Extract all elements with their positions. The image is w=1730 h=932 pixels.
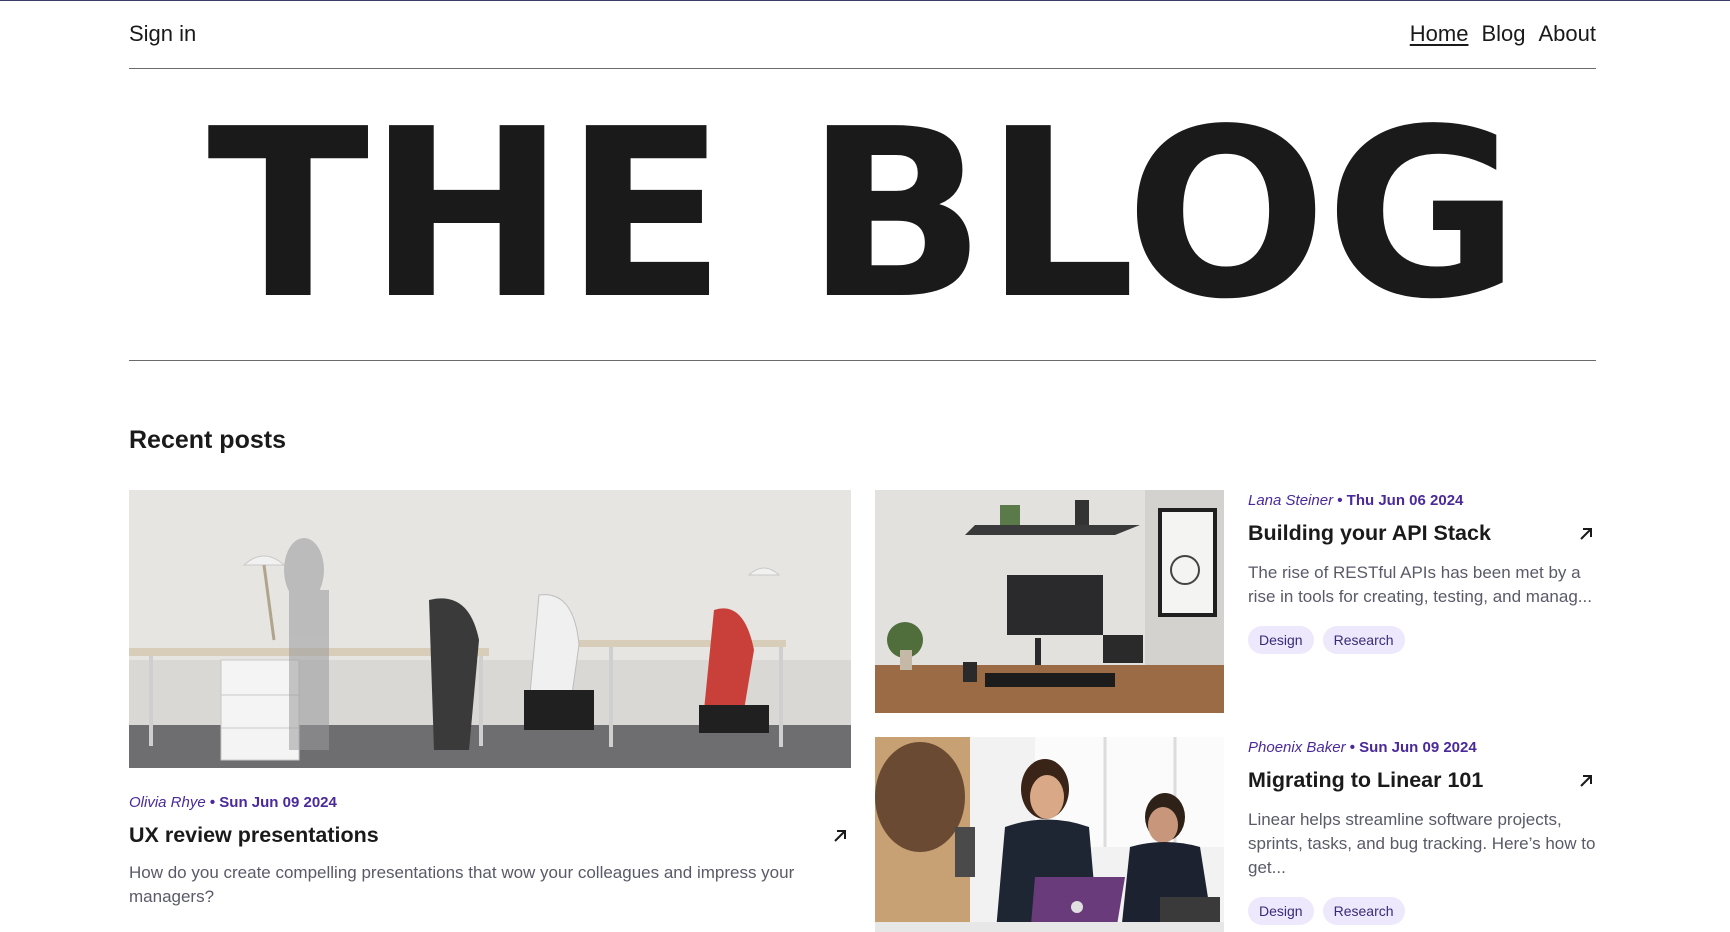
post-excerpt: The rise of RESTful APIs has been met by… (1248, 563, 1592, 606)
tag-research[interactable]: Research (1322, 626, 1405, 654)
team-laptop-photo (875, 737, 1224, 932)
post-image[interactable] (875, 737, 1224, 932)
post-excerpt: Linear helps streamline software project… (1248, 810, 1596, 877)
post-title-row: UX review presentations (129, 823, 851, 848)
arrow-up-right-icon[interactable] (829, 825, 851, 847)
post-date: Thu Jun 06 2024 (1346, 492, 1464, 509)
post-meta: Phoenix Baker • Sun Jun 09 2024 (1248, 739, 1597, 756)
post-date: Sun Jun 09 2024 (1359, 739, 1477, 756)
post-title-row: Migrating to Linear 101 (1248, 768, 1597, 793)
post-tags: Design Research (1248, 626, 1597, 654)
post-author: Olivia Rhye (129, 794, 206, 811)
post-title[interactable]: UX review presentations (129, 823, 379, 848)
post-image[interactable] (129, 490, 851, 768)
tag-design[interactable]: Design (1248, 626, 1314, 654)
meta-separator: • (1333, 492, 1347, 509)
sign-in-link[interactable]: Sign in (129, 21, 196, 47)
post-card[interactable]: Phoenix Baker • Sun Jun 09 2024 Migratin… (875, 737, 1597, 932)
post-title[interactable]: Building your API Stack (1248, 521, 1491, 546)
nav-link-home[interactable]: Home (1410, 21, 1469, 47)
tag-design[interactable]: Design (1248, 897, 1314, 925)
monitor-desk-photo (875, 490, 1224, 713)
post-excerpt: How do you create compelling presentatio… (129, 863, 795, 906)
meta-separator: • (205, 794, 220, 811)
section-title: Recent posts (129, 426, 286, 454)
office-desks-photo (129, 490, 851, 768)
post-meta: Olivia Rhye • Sun Jun 09 2024 (129, 794, 851, 811)
post-author: Phoenix Baker (1248, 739, 1346, 756)
hero-banner: THE BLOG (129, 69, 1596, 361)
post-title[interactable]: Migrating to Linear 101 (1248, 768, 1483, 793)
tag-research[interactable]: Research (1322, 897, 1405, 925)
nav-link-blog[interactable]: Blog (1481, 21, 1525, 47)
post-card[interactable]: Lana Steiner • Thu Jun 06 2024 Building … (875, 490, 1597, 713)
post-title-row: Building your API Stack (1248, 521, 1597, 546)
post-text: Phoenix Baker • Sun Jun 09 2024 Migratin… (1248, 737, 1597, 932)
nav-link-about[interactable]: About (1539, 21, 1597, 47)
post-image[interactable] (875, 490, 1224, 713)
hero-title: THE BLOG (206, 79, 1520, 350)
nav-links: Home Blog About (1410, 21, 1596, 47)
post-text: Lana Steiner • Thu Jun 06 2024 Building … (1248, 490, 1597, 713)
top-nav: Sign in Home Blog About (129, 0, 1596, 69)
post-tags: Design Research (1248, 897, 1597, 925)
meta-separator: • (1345, 739, 1360, 756)
post-meta: Lana Steiner • Thu Jun 06 2024 (1248, 492, 1597, 509)
post-date: Sun Jun 09 2024 (219, 794, 337, 811)
arrow-up-right-icon[interactable] (1575, 770, 1597, 792)
post-author: Lana Steiner (1248, 492, 1334, 509)
post-card-featured[interactable]: Olivia Rhye • Sun Jun 09 2024 UX review … (129, 490, 851, 909)
page-container: Sign in Home Blog About THE BLOG Recent … (129, 0, 1596, 932)
arrow-up-right-icon[interactable] (1575, 523, 1597, 545)
